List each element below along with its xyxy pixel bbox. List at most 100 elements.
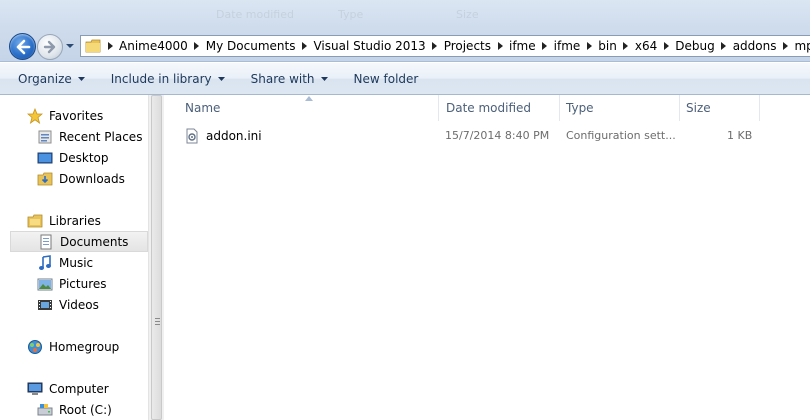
ghost-header-size: Size bbox=[456, 8, 479, 21]
chevron-down-icon bbox=[320, 76, 328, 81]
new-folder-label: New folder bbox=[353, 71, 419, 86]
breadcrumb-separator-icon[interactable] bbox=[103, 36, 117, 56]
back-button[interactable] bbox=[9, 33, 36, 60]
desktop-icon bbox=[37, 152, 53, 163]
folder-icon bbox=[85, 39, 101, 53]
file-list: Name Date modified Type Size addon.ini 1… bbox=[165, 95, 810, 420]
file-row[interactable]: addon.ini 15/7/2014 8:40 PM Configuratio… bbox=[179, 125, 799, 147]
nav-libraries[interactable]: Libraries bbox=[0, 210, 148, 231]
ghost-header-date: Date modified bbox=[216, 8, 294, 21]
nav-pictures[interactable]: Pictures bbox=[0, 273, 148, 294]
file-type: Configuration sett... bbox=[566, 129, 676, 142]
nav-downloads[interactable]: Downloads bbox=[0, 168, 148, 189]
settings-file-icon bbox=[186, 128, 198, 144]
scrollbar-thumb[interactable] bbox=[151, 95, 162, 420]
include-in-library-label: Include in library bbox=[110, 71, 212, 86]
breadcrumb-visual-studio[interactable]: Visual Studio 2013 bbox=[311, 36, 427, 56]
nav-libraries-label: Libraries bbox=[49, 213, 101, 228]
star-icon bbox=[27, 107, 43, 124]
chevron-down-icon bbox=[66, 44, 74, 48]
drive-icon bbox=[37, 403, 53, 415]
breadcrumb-debug[interactable]: Debug bbox=[673, 36, 716, 56]
computer-icon bbox=[27, 382, 43, 395]
organize-label: Organize bbox=[18, 71, 72, 86]
nav-homegroup[interactable]: Homegroup bbox=[0, 336, 148, 357]
breadcrumb-separator-icon[interactable] bbox=[659, 36, 673, 56]
breadcrumb-addons[interactable]: addons bbox=[731, 36, 779, 56]
breadcrumb-ifme[interactable]: ifme bbox=[507, 36, 538, 56]
column-header-size[interactable]: Size bbox=[680, 95, 760, 121]
nav-favorites-label: Favorites bbox=[49, 108, 104, 123]
nav-documents-label: Documents bbox=[60, 234, 129, 249]
breadcrumb-separator-icon[interactable] bbox=[619, 36, 633, 56]
breadcrumb-ifme-2[interactable]: ifme bbox=[552, 36, 583, 56]
column-header-date-label: Date modified bbox=[446, 101, 532, 115]
breadcrumb-separator-icon[interactable] bbox=[538, 36, 552, 56]
recent-places-icon bbox=[38, 130, 52, 143]
include-in-library-button[interactable]: Include in library bbox=[103, 67, 233, 91]
nav-music-label: Music bbox=[59, 255, 94, 270]
column-header-date-modified[interactable]: Date modified bbox=[440, 95, 560, 121]
nav-favorites[interactable]: Favorites bbox=[0, 105, 148, 126]
breadcrumb-separator-icon[interactable] bbox=[717, 36, 731, 56]
nav-recent-places-label: Recent Places bbox=[59, 129, 143, 144]
breadcrumb-separator-icon[interactable] bbox=[778, 36, 792, 56]
arrow-right-icon bbox=[43, 40, 56, 54]
nav-videos[interactable]: Videos bbox=[0, 294, 148, 315]
command-bar: Organize Include in library Share with N… bbox=[0, 63, 810, 95]
window-titlebar: Date modified Type Size Anime4000 My Doc… bbox=[0, 0, 810, 62]
nav-downloads-label: Downloads bbox=[59, 171, 125, 186]
nav-documents[interactable]: Documents bbox=[10, 231, 148, 252]
breadcrumb-mp3[interactable]: mp3 bbox=[792, 36, 810, 56]
column-header-type-label: Type bbox=[566, 101, 594, 115]
breadcrumb-separator-icon[interactable] bbox=[190, 36, 204, 56]
column-header-type[interactable]: Type bbox=[560, 95, 680, 121]
downloads-icon bbox=[37, 172, 53, 185]
nav-root-c-label: Root (C:) bbox=[59, 402, 112, 417]
breadcrumb-separator-icon[interactable] bbox=[428, 36, 442, 56]
column-header-size-label: Size bbox=[686, 101, 711, 115]
nav-homegroup-label: Homegroup bbox=[49, 339, 120, 354]
pictures-icon bbox=[37, 278, 53, 290]
nav-videos-label: Videos bbox=[59, 297, 99, 312]
nav-desktop[interactable]: Desktop bbox=[0, 147, 148, 168]
forward-button[interactable] bbox=[37, 34, 63, 60]
nav-computer-label: Computer bbox=[49, 381, 109, 396]
music-icon bbox=[39, 254, 51, 270]
breadcrumb-separator-icon[interactable] bbox=[493, 36, 507, 56]
nav-recent-places[interactable]: Recent Places bbox=[0, 126, 148, 147]
ghost-column-headers: Date modified Type Size bbox=[210, 8, 810, 24]
homegroup-icon bbox=[28, 339, 42, 354]
file-name: addon.ini bbox=[206, 129, 262, 143]
videos-icon bbox=[38, 299, 52, 310]
libraries-icon bbox=[27, 214, 43, 227]
nav-pictures-label: Pictures bbox=[59, 276, 107, 291]
address-bar[interactable]: Anime4000 My Documents Visual Studio 201… bbox=[80, 35, 810, 57]
file-date-modified: 15/7/2014 8:40 PM bbox=[445, 129, 550, 142]
navigation-pane: Favorites Recent Places Desktop Download… bbox=[0, 95, 164, 420]
ghost-header-type: Type bbox=[338, 8, 364, 21]
new-folder-button[interactable]: New folder bbox=[346, 67, 427, 91]
breadcrumb-separator-icon[interactable] bbox=[297, 36, 311, 56]
breadcrumb-projects[interactable]: Projects bbox=[442, 36, 493, 56]
nav-root-c[interactable]: Root (C:) bbox=[0, 399, 148, 420]
breadcrumb-separator-icon[interactable] bbox=[582, 36, 596, 56]
navigation-pane-scrollbar[interactable] bbox=[148, 95, 164, 420]
column-header-name-label: Name bbox=[185, 101, 221, 115]
breadcrumb-x64[interactable]: x64 bbox=[633, 36, 659, 56]
breadcrumb-anime4000[interactable]: Anime4000 bbox=[117, 36, 190, 56]
column-header-name[interactable]: Name bbox=[179, 95, 439, 121]
file-size: 1 KB bbox=[727, 129, 753, 142]
share-with-label: Share with bbox=[250, 71, 315, 86]
chevron-down-icon bbox=[77, 76, 85, 81]
chevron-down-icon bbox=[217, 76, 225, 81]
breadcrumb-bin[interactable]: bin bbox=[596, 36, 619, 56]
breadcrumb-my-documents[interactable]: My Documents bbox=[204, 36, 298, 56]
arrow-left-icon bbox=[16, 39, 31, 55]
grip-icon bbox=[155, 318, 160, 325]
nav-music[interactable]: Music bbox=[0, 252, 148, 273]
organize-button[interactable]: Organize bbox=[10, 67, 93, 91]
share-with-button[interactable]: Share with bbox=[243, 67, 336, 91]
nav-computer[interactable]: Computer bbox=[0, 378, 148, 399]
recent-pages-button[interactable] bbox=[64, 40, 76, 52]
